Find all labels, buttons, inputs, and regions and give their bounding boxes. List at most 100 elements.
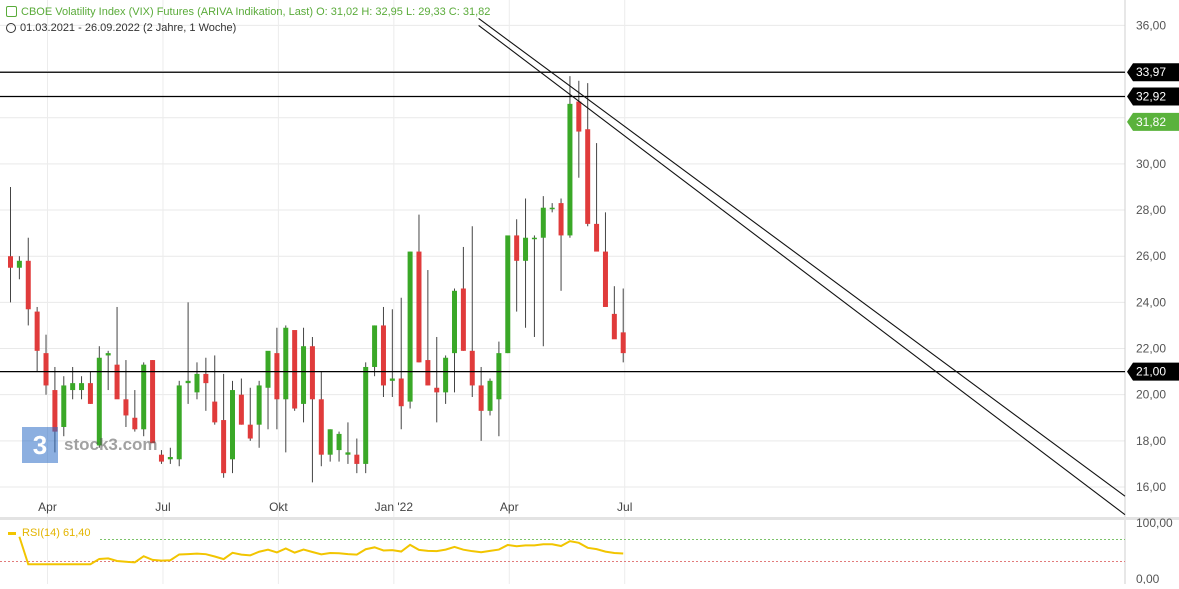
candle: [256, 380, 262, 448]
candle-body: [309, 346, 315, 400]
candle-body: [8, 256, 13, 268]
candle-body: [620, 332, 626, 354]
candle: [318, 371, 324, 467]
stock3-watermark: 3 stock3.com: [22, 427, 158, 463]
candle: [114, 306, 120, 400]
candle: [585, 83, 591, 227]
candle-body: [514, 235, 520, 261]
date-range-legend: 01.03.2021 - 26.09.2022 (2 Jahre, 1 Woch…: [6, 22, 236, 34]
candle-body: [167, 456, 173, 460]
candle-body: [283, 327, 289, 400]
candle-body: [549, 207, 555, 210]
candle-body: [212, 401, 218, 423]
candle-body: [79, 383, 85, 391]
candle: [8, 186, 13, 303]
candle-body: [16, 260, 22, 268]
candle: [185, 302, 191, 404]
candle-body: [123, 399, 129, 416]
trendline: [478, 18, 1126, 497]
candle: [594, 143, 600, 252]
candle-body: [389, 378, 395, 381]
candle-body: [87, 383, 93, 404]
candle: [380, 306, 386, 397]
rsi-legend: RSI(14) 61,40: [8, 527, 90, 539]
candle-body: [256, 385, 262, 425]
candle-body: [345, 452, 351, 455]
candle-body: [469, 350, 475, 386]
menu-icon[interactable]: [6, 6, 17, 17]
candle: [345, 422, 351, 464]
candle-body: [434, 387, 440, 393]
candle-body: [221, 420, 227, 474]
candle-body: [114, 364, 120, 400]
chart-title-legend: CBOE Volatility Index (VIX) Futures (ARI…: [6, 6, 490, 18]
x-tick-label: Apr: [500, 500, 519, 514]
candle: [309, 336, 315, 483]
candle-body: [602, 251, 608, 307]
y-tick-label: 20,00: [1136, 388, 1166, 402]
candle: [25, 237, 31, 326]
y-tick-label: 28,00: [1136, 203, 1166, 217]
candle-body: [43, 353, 49, 386]
last-price-label: 31,82: [1136, 115, 1166, 129]
candle: [416, 214, 422, 363]
candle: [549, 203, 555, 213]
chart-title: CBOE Volatility Index (VIX) Futures (ARI…: [21, 6, 491, 18]
candle-body: [585, 129, 591, 224]
y-tick-label: 22,00: [1136, 342, 1166, 356]
candle: [132, 390, 138, 432]
level-label: 32,92: [1136, 89, 1166, 103]
candle: [363, 362, 369, 474]
level-label: 21,00: [1136, 365, 1166, 379]
candle: [540, 196, 546, 347]
candle: [434, 336, 440, 423]
candle: [478, 366, 484, 441]
candle-body: [443, 357, 449, 393]
candle-body: [238, 394, 244, 425]
candle: [602, 212, 608, 307]
candle: [452, 288, 457, 393]
candle-body: [425, 360, 431, 386]
candle: [354, 438, 360, 474]
candle-body: [611, 313, 617, 340]
candle: [212, 355, 218, 425]
candle-body: [407, 251, 413, 402]
candle-body: [292, 330, 298, 409]
candle: [238, 378, 244, 425]
candle-body: [176, 385, 182, 460]
candle-body: [452, 290, 457, 354]
candle-body: [141, 364, 147, 430]
candle-body: [327, 429, 333, 455]
candle-body: [247, 424, 253, 439]
candle: [123, 360, 129, 427]
rsi-axis-bottom: 0,00: [1136, 572, 1160, 584]
candle: [576, 80, 582, 178]
candle-body: [34, 311, 40, 351]
candle: [105, 350, 111, 391]
candle: [487, 378, 493, 416]
rsi-axis-top: 100,00: [1136, 516, 1173, 530]
x-tick-label: Apr: [38, 500, 57, 514]
candle: [141, 362, 147, 437]
candle: [292, 330, 298, 411]
x-tick-label: Jul: [155, 500, 170, 514]
candle: [558, 198, 564, 291]
candle-body: [301, 346, 307, 404]
candle-body: [274, 353, 280, 400]
candlestick-chart[interactable]: 16,0018,0020,0022,0024,0026,0028,0030,00…: [0, 0, 1179, 586]
candle-body: [158, 454, 164, 462]
candle: [16, 256, 22, 280]
candle-body: [25, 260, 31, 310]
candle: [425, 270, 431, 386]
candle-body: [478, 385, 484, 411]
candle: [407, 251, 413, 409]
y-tick-label: 18,00: [1136, 434, 1166, 448]
candle-body: [336, 433, 342, 451]
stock3-logo-icon: 3: [22, 427, 58, 463]
candle-body: [416, 251, 422, 363]
candle: [327, 429, 333, 462]
candle: [283, 325, 289, 453]
candle: [176, 380, 182, 467]
candle: [460, 246, 466, 351]
chart-area[interactable]: 16,00 18,00 20,00 22,00 24,00 26,00 28,00 30,00…: [0, 0, 1179, 586]
